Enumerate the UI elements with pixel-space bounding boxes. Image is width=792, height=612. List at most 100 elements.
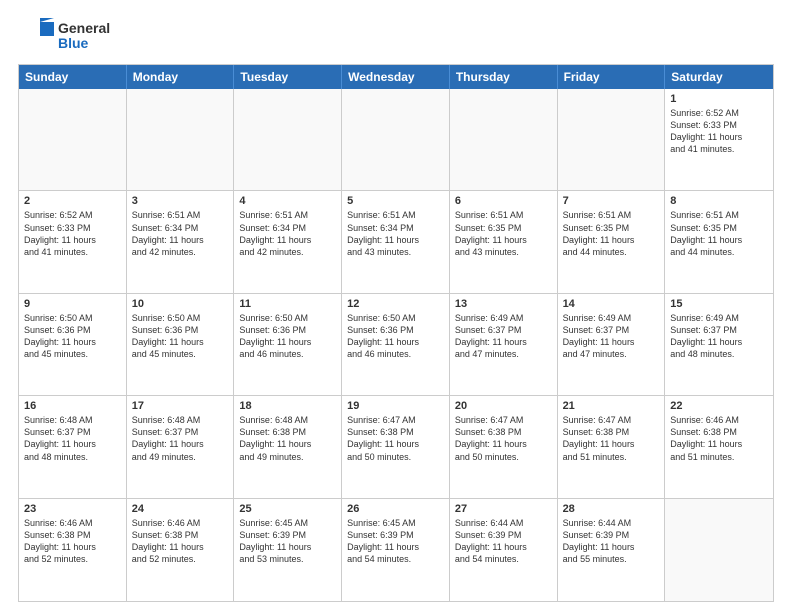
calendar-row-0: 1 Sunrise: 6:52 AM Sunset: 6:33 PM Daylig… [19,89,773,191]
day-number: 25 [239,503,336,515]
logo: GeneralBlue [18,18,110,54]
day-number: 16 [24,400,121,412]
logo-icon [18,18,54,54]
day-cell-16: 16 Sunrise: 6:48 AM Sunset: 6:37 PM Dayli… [19,396,127,497]
day-number: 27 [455,503,552,515]
day-info: Sunrise: 6:50 AM Sunset: 6:36 PM Dayligh… [132,312,229,361]
logo-text: GeneralBlue [58,21,110,52]
day-number: 4 [239,195,336,207]
day-cell-7: 7 Sunrise: 6:51 AM Sunset: 6:35 PM Daylig… [558,191,666,292]
header-day-saturday: Saturday [665,65,773,89]
calendar-row-4: 23Sunrise: 6:46 AM Sunset: 6:38 PM Dayli… [19,499,773,601]
day-number: 2 [24,195,121,207]
day-number: 21 [563,400,660,412]
empty-cell-0-3 [342,89,450,190]
day-cell-27: 27 Sunrise: 6:44 AM Sunset: 6:39 PM Dayli… [450,499,558,601]
header-day-thursday: Thursday [450,65,558,89]
day-cell-3: 3 Sunrise: 6:51 AM Sunset: 6:34 PM Daylig… [127,191,235,292]
day-cell-11: 11 Sunrise: 6:50 AM Sunset: 6:36 PM Dayli… [234,294,342,395]
day-info: Sunrise: 6:51 AM Sunset: 6:35 PM Dayligh… [670,209,768,258]
day-info: Sunrise: 6:50 AM Sunset: 6:36 PM Dayligh… [239,312,336,361]
day-info: Sunrise: 6:49 AM Sunset: 6:37 PM Dayligh… [670,312,768,361]
day-cell-2: 2 Sunrise: 6:52 AM Sunset: 6:33 PM Daylig… [19,191,127,292]
day-info: Sunrise: 6:51 AM Sunset: 6:34 PM Dayligh… [347,209,444,258]
calendar-body: 1 Sunrise: 6:52 AM Sunset: 6:33 PM Daylig… [19,89,773,601]
day-number: 5 [347,195,444,207]
empty-cell-4-6 [665,499,773,601]
day-cell-24: 24 Sunrise: 6:46 AM Sunset: 6:38 PM Dayli… [127,499,235,601]
day-cell-15: 15 Sunrise: 6:49 AM Sunset: 6:37 PM Dayli… [665,294,773,395]
day-info: Sunrise: 6:46 AM Sunset: 6:38 PM Dayligh… [132,517,229,566]
day-info: Sunrise: 6:52 AM Sunset: 6:33 PM Dayligh… [24,209,121,258]
header-day-friday: Friday [558,65,666,89]
header-day-tuesday: Tuesday [234,65,342,89]
day-number: 3 [132,195,229,207]
day-cell-18: 18 Sunrise: 6:48 AM Sunset: 6:38 PM Dayli… [234,396,342,497]
day-info: Sunrise: 6:46 AM Sunset: 6:38 PM Dayligh… [670,414,768,463]
day-number: 8 [670,195,768,207]
day-cell-25: 25 Sunrise: 6:45 AM Sunset: 6:39 PM Dayli… [234,499,342,601]
empty-cell-0-5 [558,89,666,190]
day-number: 10 [132,298,229,310]
day-number: 26 [347,503,444,515]
day-info: Sunrise: 6:45 AM Sunset: 6:39 PM Dayligh… [347,517,444,566]
day-cell-28: 28 Sunrise: 6:44 AM Sunset: 6:39 PM Dayli… [558,499,666,601]
day-cell-13: 13Sunrise: 6:49 AM Sunset: 6:37 PM Dayli… [450,294,558,395]
day-number: 12 [347,298,444,310]
day-cell-8: 8 Sunrise: 6:51 AM Sunset: 6:35 PM Daylig… [665,191,773,292]
day-cell-12: 12 Sunrise: 6:50 AM Sunset: 6:36 PM Dayli… [342,294,450,395]
day-cell-26: 26 Sunrise: 6:45 AM Sunset: 6:39 PM Dayli… [342,499,450,601]
day-info: Sunrise: 6:44 AM Sunset: 6:39 PM Dayligh… [563,517,660,566]
header-day-monday: Monday [127,65,235,89]
day-number: 14 [563,298,660,310]
day-number: 20 [455,400,552,412]
day-cell-20: 20 Sunrise: 6:47 AM Sunset: 6:38 PM Dayli… [450,396,558,497]
header: GeneralBlue [18,18,774,54]
day-cell-22: 22 Sunrise: 6:46 AM Sunset: 6:38 PM Dayli… [665,396,773,497]
empty-cell-0-2 [234,89,342,190]
calendar: SundayMondayTuesdayWednesdayThursdayFrid… [18,64,774,602]
day-info: Sunrise: 6:47 AM Sunset: 6:38 PM Dayligh… [563,414,660,463]
day-number: 13 [455,298,552,310]
day-number: 28 [563,503,660,515]
day-number: 18 [239,400,336,412]
day-number: 19 [347,400,444,412]
day-info: Sunrise: 6:52 AM Sunset: 6:33 PM Dayligh… [670,107,768,156]
day-cell-10: 10 Sunrise: 6:50 AM Sunset: 6:36 PM Dayli… [127,294,235,395]
day-info: Sunrise: 6:47 AM Sunset: 6:38 PM Dayligh… [455,414,552,463]
day-cell-9: 9Sunrise: 6:50 AM Sunset: 6:36 PM Daylig… [19,294,127,395]
day-cell-14: 14 Sunrise: 6:49 AM Sunset: 6:37 PM Dayli… [558,294,666,395]
day-cell-5: 5 Sunrise: 6:51 AM Sunset: 6:34 PM Daylig… [342,191,450,292]
day-info: Sunrise: 6:49 AM Sunset: 6:37 PM Dayligh… [563,312,660,361]
day-number: 11 [239,298,336,310]
calendar-row-2: 9Sunrise: 6:50 AM Sunset: 6:36 PM Daylig… [19,294,773,396]
page: GeneralBlue SundayMondayTuesdayWednesday… [0,0,792,612]
day-number: 17 [132,400,229,412]
day-cell-19: 19Sunrise: 6:47 AM Sunset: 6:38 PM Dayli… [342,396,450,497]
day-number: 6 [455,195,552,207]
day-number: 24 [132,503,229,515]
day-info: Sunrise: 6:50 AM Sunset: 6:36 PM Dayligh… [24,312,121,361]
header-day-wednesday: Wednesday [342,65,450,89]
day-info: Sunrise: 6:51 AM Sunset: 6:35 PM Dayligh… [563,209,660,258]
day-info: Sunrise: 6:51 AM Sunset: 6:34 PM Dayligh… [239,209,336,258]
day-number: 22 [670,400,768,412]
day-info: Sunrise: 6:50 AM Sunset: 6:36 PM Dayligh… [347,312,444,361]
day-info: Sunrise: 6:51 AM Sunset: 6:34 PM Dayligh… [132,209,229,258]
calendar-row-1: 2 Sunrise: 6:52 AM Sunset: 6:33 PM Daylig… [19,191,773,293]
day-cell-6: 6 Sunrise: 6:51 AM Sunset: 6:35 PM Daylig… [450,191,558,292]
day-cell-23: 23Sunrise: 6:46 AM Sunset: 6:38 PM Dayli… [19,499,127,601]
day-info: Sunrise: 6:48 AM Sunset: 6:37 PM Dayligh… [132,414,229,463]
day-number: 7 [563,195,660,207]
header-day-sunday: Sunday [19,65,127,89]
day-info: Sunrise: 6:44 AM Sunset: 6:39 PM Dayligh… [455,517,552,566]
day-info: Sunrise: 6:48 AM Sunset: 6:38 PM Dayligh… [239,414,336,463]
day-info: Sunrise: 6:45 AM Sunset: 6:39 PM Dayligh… [239,517,336,566]
day-number: 1 [670,93,768,105]
day-info: Sunrise: 6:48 AM Sunset: 6:37 PM Dayligh… [24,414,121,463]
day-info: Sunrise: 6:51 AM Sunset: 6:35 PM Dayligh… [455,209,552,258]
empty-cell-0-1 [127,89,235,190]
logo-general-text: General [58,21,110,36]
day-number: 15 [670,298,768,310]
day-cell-1: 1 Sunrise: 6:52 AM Sunset: 6:33 PM Daylig… [665,89,773,190]
